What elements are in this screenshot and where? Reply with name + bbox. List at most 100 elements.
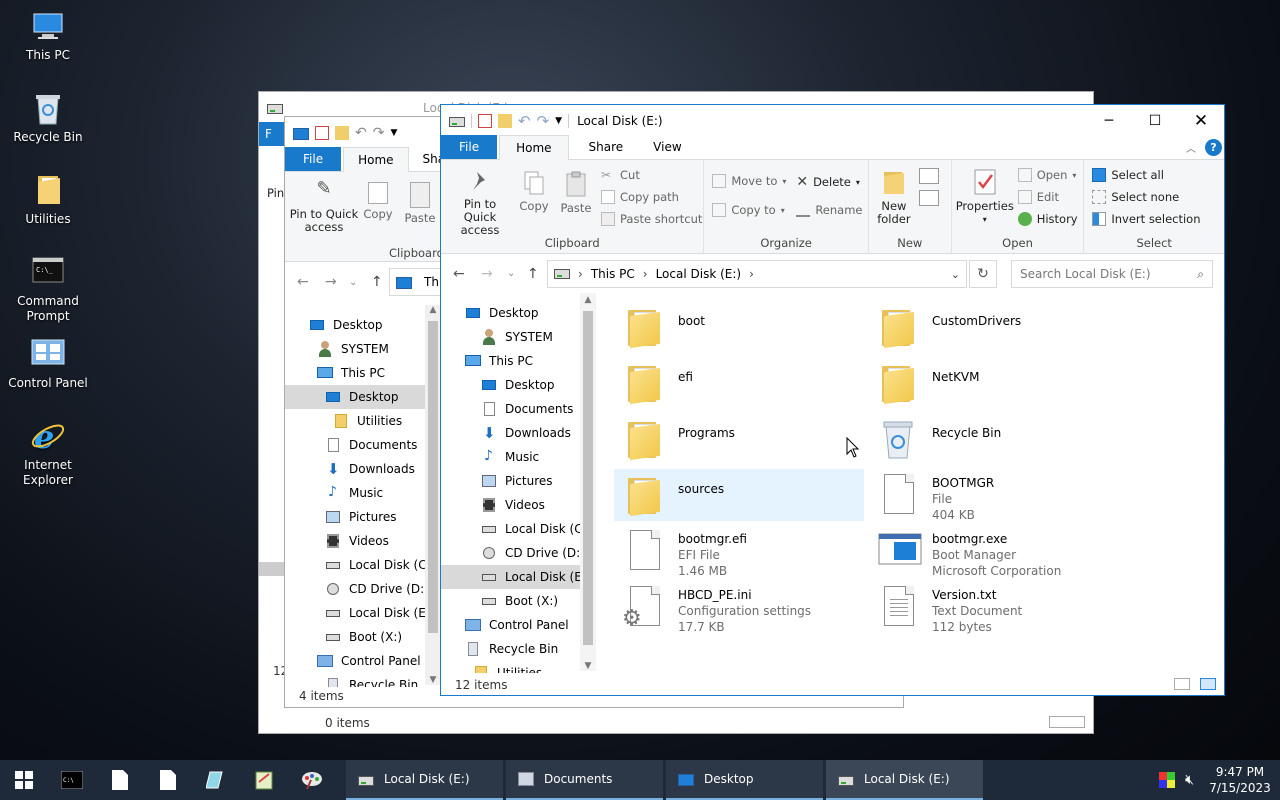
- nav-item-local-disk-e[interactable]: Local Disk (E:): [441, 565, 580, 589]
- new-folder-icon[interactable]: [498, 113, 512, 128]
- nav-item-downloads[interactable]: ⬇ Downloads: [285, 457, 425, 481]
- nav-item-utilities[interactable]: Utilities: [441, 661, 580, 673]
- file-item[interactable]: Recycle Bin: [868, 413, 1118, 465]
- up-arrow-icon[interactable]: ↑: [527, 266, 539, 282]
- new-folder-icon[interactable]: [335, 125, 349, 140]
- maximize-button[interactable]: ☐: [1132, 105, 1178, 136]
- nav-item-cd-drive-d[interactable]: CD Drive (D:): [441, 541, 580, 565]
- nav-scrollbar[interactable]: ▲ ▼: [580, 293, 596, 671]
- scroll-up-icon[interactable]: ▲: [580, 295, 596, 309]
- undo-icon[interactable]: ↶: [355, 125, 367, 141]
- tab-file[interactable]: File: [441, 135, 498, 159]
- address-box[interactable]: › This PC › Local Disk (E:) › ⌄: [547, 260, 967, 288]
- nav-item-utilities[interactable]: Utilities: [285, 409, 425, 433]
- nav-item-pictures[interactable]: Pictures: [285, 505, 425, 529]
- copy-button[interactable]: Copy: [361, 182, 395, 221]
- scroll-thumb[interactable]: [583, 311, 593, 645]
- taskbar-button-desktop[interactable]: Desktop: [666, 760, 823, 800]
- open-button[interactable]: Open ▾: [1017, 168, 1076, 182]
- desktop-icon-control-panel[interactable]: Control Panel: [0, 336, 96, 391]
- nav-item-local-disk-c[interactable]: Local Disk (C:): [285, 553, 425, 577]
- nav-item-cd-drive-d[interactable]: CD Drive (D:): [285, 577, 425, 601]
- paste-button[interactable]: Paste: [403, 182, 437, 225]
- nav-item-recycle-bin[interactable]: Recycle Bin: [285, 673, 425, 687]
- easy-access-icon[interactable]: [918, 190, 939, 206]
- history-button[interactable]: History: [1017, 212, 1078, 226]
- nav-item-desktop[interactable]: Desktop: [441, 373, 580, 397]
- redo-icon[interactable]: ↷: [537, 112, 550, 130]
- scroll-thumb[interactable]: [428, 321, 438, 633]
- back-arrow-icon[interactable]: ←: [297, 274, 309, 290]
- nav-item-this-pc[interactable]: This PC: [285, 361, 425, 385]
- view-toggle[interactable]: [1049, 716, 1085, 728]
- nav-item-local-disk-c[interactable]: Local Disk (C:): [441, 517, 580, 541]
- tab-home[interactable]: Home: [343, 147, 409, 172]
- file-item[interactable]: bootmgr.efi EFI File 1.46 MB: [614, 525, 864, 578]
- breadcrumb-this-pc[interactable]: This PC: [591, 267, 635, 281]
- nav-item-recycle-bin[interactable]: Recycle Bin: [441, 637, 580, 661]
- pin-to-quick-access-button[interactable]: ✎ Pin to Quick access: [289, 180, 359, 234]
- file-item[interactable]: boot: [614, 301, 864, 353]
- nav-item-videos[interactable]: Videos: [285, 529, 425, 553]
- breadcrumb-local-disk-e[interactable]: Local Disk (E:): [656, 267, 742, 281]
- cut-button[interactable]: ✂ Cut: [601, 168, 640, 182]
- large-icons-view-button[interactable]: [1200, 678, 1216, 690]
- nav-item-boot-x[interactable]: Boot (X:): [441, 589, 580, 613]
- scroll-up-icon[interactable]: ▲: [425, 305, 441, 319]
- recent-locations-chevron-icon[interactable]: ⌄: [507, 268, 515, 279]
- file-item[interactable]: sources: [614, 469, 864, 521]
- file-item[interactable]: bootmgr.exe Boot Manager Microsoft Corpora…: [868, 525, 1118, 578]
- taskbar-command-prompt[interactable]: C:\: [48, 760, 96, 800]
- undo-icon[interactable]: ↶: [518, 112, 531, 130]
- taskbar-notepad[interactable]: [96, 760, 144, 800]
- file-item[interactable]: BOOTMGR File 404 KB: [868, 469, 1118, 522]
- copy-to-button[interactable]: Copy to ▾: [712, 203, 785, 217]
- edit-button[interactable]: Edit: [1017, 190, 1059, 204]
- refresh-button[interactable]: ↻: [969, 260, 997, 288]
- copy-button[interactable]: Copy: [517, 170, 551, 213]
- customize-chevron-icon[interactable]: ▼: [555, 116, 562, 126]
- paste-button[interactable]: Paste: [559, 170, 593, 215]
- desktop-icon-this-pc[interactable]: This PC: [0, 8, 96, 63]
- properties-icon[interactable]: [478, 113, 492, 128]
- explorer-window-main[interactable]: ↶ ↷ ▼ Local Disk (E:) ─ ☐ ✕ File Home Sh…: [440, 104, 1225, 696]
- desktop-icon-internet-explorer[interactable]: e Internet Explorer: [0, 418, 96, 488]
- nav-item-music[interactable]: ♪ Music: [285, 481, 425, 505]
- nav-item-downloads[interactable]: ⬇ Downloads: [441, 421, 580, 445]
- move-to-button[interactable]: Move to ▾: [712, 174, 786, 188]
- tab-file[interactable]: File: [285, 147, 342, 171]
- nav-item-desktop[interactable]: Desktop: [441, 301, 580, 325]
- invert-selection-button[interactable]: Invert selection: [1092, 212, 1201, 226]
- taskbar-button-local-disk-e[interactable]: Local Disk (E:): [346, 760, 503, 800]
- chevron-down-icon[interactable]: ▼: [390, 128, 397, 138]
- taskbar-editor[interactable]: [192, 760, 240, 800]
- nav-item-system[interactable]: SYSTEM: [285, 337, 425, 361]
- help-icon[interactable]: ?: [1205, 139, 1222, 156]
- nav-item-desktop[interactable]: Desktop: [285, 385, 425, 409]
- back-arrow-icon[interactable]: ←: [453, 266, 465, 282]
- desktop-icon-command-prompt[interactable]: C:\_ Command Prompt: [0, 254, 96, 324]
- tab-share[interactable]: Share: [569, 135, 644, 159]
- taskbar-button-documents[interactable]: Documents: [506, 760, 663, 800]
- pin-to-quick-access-button[interactable]: Pin to Quick access: [447, 170, 513, 237]
- search-input[interactable]: Search Local Disk (E:) ⌕: [1011, 260, 1213, 288]
- file-item[interactable]: Programs: [614, 413, 864, 465]
- file-item[interactable]: ⚙ HBCD_PE.ini Configuration settings 17.7 K…: [614, 581, 864, 634]
- nav-item-videos[interactable]: Videos: [441, 493, 580, 517]
- start-button[interactable]: [0, 760, 48, 800]
- redo-icon[interactable]: ↷: [373, 125, 385, 141]
- new-item-icon[interactable]: [918, 168, 939, 184]
- recent-chevron-icon[interactable]: ⌄: [349, 277, 357, 288]
- desktop-icon-utilities[interactable]: Utilities: [0, 172, 96, 227]
- tab-file[interactable]: F: [259, 122, 285, 146]
- file-item[interactable]: CustomDrivers: [868, 301, 1118, 353]
- file-item[interactable]: NetKVM: [868, 357, 1118, 409]
- minimize-button[interactable]: ─: [1086, 105, 1132, 136]
- tab-home[interactable]: Home: [499, 135, 569, 160]
- nav-item-control-panel[interactable]: Control Panel: [285, 649, 425, 673]
- properties-button[interactable]: Properties ▾: [956, 168, 1014, 226]
- close-button[interactable]: ✕: [1178, 105, 1224, 136]
- volume-muted-icon[interactable]: 🔇︎: [1185, 772, 1194, 788]
- forward-arrow-icon[interactable]: →: [325, 274, 337, 290]
- scroll-down-icon[interactable]: ▼: [580, 661, 596, 671]
